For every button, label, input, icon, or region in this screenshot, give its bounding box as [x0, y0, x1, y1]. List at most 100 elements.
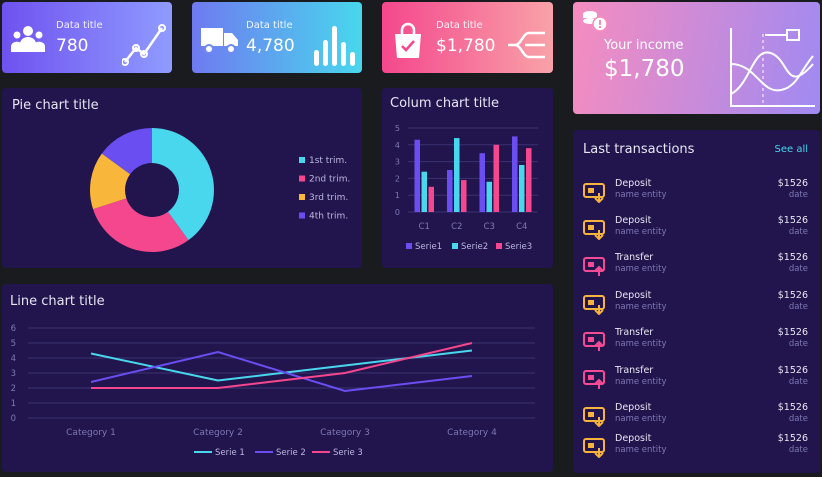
legend-label: Serie2 [461, 242, 488, 252]
bar [421, 171, 427, 212]
stat-value: $1,780 [436, 36, 496, 56]
line-chart: 0 1 2 3 4 5 6 Category 1 Category 2 Category 3 Cat… [11, 324, 535, 458]
deposit-icon [583, 405, 607, 428]
stat-label: Data title [56, 20, 103, 31]
legend-label: 4th trim. [309, 212, 348, 222]
transaction-entity: name entity [615, 302, 667, 312]
legend-swatch [452, 243, 458, 249]
y-tick-label: 3 [395, 158, 400, 167]
transaction-type: Deposit [615, 433, 652, 444]
stat-label: Data title [436, 20, 483, 31]
see-all-link[interactable]: See all [774, 144, 808, 155]
stat-card-deliveries: Data title 4,780 [192, 2, 362, 73]
transaction-date: date [788, 264, 808, 274]
bars-icon [312, 22, 356, 72]
legend-label: 2nd trim. [309, 175, 350, 185]
line-chart-panel: Line chart title 0 1 2 3 4 5 6 Category 1 Catego… [2, 284, 553, 472]
transaction-amount: $1526 [777, 327, 808, 338]
transaction-amount: $1526 [777, 433, 808, 444]
y-tick-label: 4 [11, 354, 16, 364]
transaction-entity: name entity [615, 190, 667, 200]
transaction-row[interactable]: Transfer name entity $1526 date [583, 249, 808, 285]
legend-label: Serie3 [505, 242, 532, 252]
bar [461, 180, 467, 212]
column-chart-panel: Colum chart title 0 1 2 3 4 5 C1 C2 C3 C4 Serie1 Se… [382, 88, 553, 268]
legend-label: Serie 2 [276, 448, 306, 458]
legend-swatch [299, 157, 305, 163]
transaction-type: Transfer [615, 327, 654, 338]
bar [512, 136, 518, 212]
transaction-amount: $1526 [777, 290, 808, 301]
x-tick-label: C2 [451, 222, 462, 232]
y-tick-label: 1 [395, 191, 400, 200]
y-tick-label: 2 [11, 384, 16, 394]
legend-label: Serie1 [415, 242, 442, 252]
legend-swatch [299, 212, 305, 219]
transaction-row[interactable]: Deposit name entity $1526 date [583, 430, 808, 466]
pie-chart: 1st trim. 2nd trim. 3rd trim. 4th trim. [90, 128, 350, 252]
y-tick-label: 0 [395, 208, 400, 217]
bar [428, 186, 434, 212]
pie-chart-panel: Pie chart title 1st trim. 2nd trim. 3rd tr… [2, 88, 362, 268]
transaction-date: date [788, 445, 808, 455]
legend-label: 3rd trim. [309, 193, 348, 203]
y-tick-label: 5 [11, 339, 16, 349]
transaction-amount: $1526 [777, 402, 808, 413]
transaction-entity: name entity [615, 414, 667, 424]
y-tick-label: 2 [395, 174, 400, 183]
transaction-entity: name entity [615, 339, 667, 349]
transaction-date: date [788, 339, 808, 349]
transaction-entity: name entity [615, 264, 667, 274]
column-chart: 0 1 2 3 4 5 C1 C2 C3 C4 Serie1 Serie2 Serie3 [395, 124, 538, 252]
transaction-row[interactable]: Deposit name entity $1526 date [583, 212, 808, 248]
transaction-entity: name entity [615, 377, 667, 387]
x-tick-label: Category 4 [447, 428, 497, 438]
transfer-icon [583, 330, 607, 352]
bar [447, 170, 453, 212]
legend-swatch [299, 194, 305, 200]
bar [414, 139, 420, 212]
transaction-type: Deposit [615, 215, 652, 226]
legend-label: Serie 1 [215, 448, 245, 458]
transaction-row[interactable]: Transfer name entity $1526 date [583, 324, 808, 360]
coins-icon [581, 9, 608, 37]
transaction-date: date [788, 414, 808, 424]
x-tick-label: Category 1 [66, 428, 116, 438]
transaction-type: Deposit [615, 290, 652, 301]
transaction-type: Transfer [615, 252, 654, 263]
deposit-icon [583, 436, 607, 459]
transactions-title: Last transactions [583, 142, 695, 157]
y-tick-label: 1 [11, 399, 16, 409]
transaction-entity: name entity [615, 227, 667, 237]
stat-value: 4,780 [246, 36, 295, 56]
x-tick-label: C3 [484, 222, 495, 232]
deposit-icon [583, 181, 607, 204]
income-label: Your income [604, 38, 684, 53]
transactions-panel: Last transactions See all Deposit name en… [573, 130, 820, 473]
transaction-date: date [788, 227, 808, 237]
bar [479, 153, 485, 212]
transaction-date: date [788, 377, 808, 387]
y-tick-label: 4 [395, 141, 400, 150]
transaction-date: date [788, 190, 808, 200]
transaction-amount: $1526 [777, 252, 808, 263]
legend-label: 1st trim. [309, 156, 347, 166]
transaction-row[interactable]: Deposit name entity $1526 date [583, 175, 808, 211]
y-tick-label: 5 [395, 124, 400, 133]
stat-label: Data title [246, 20, 293, 31]
transaction-row[interactable]: Transfer name entity $1526 date [583, 362, 808, 398]
transaction-row[interactable]: Deposit name entity $1526 date [583, 287, 808, 323]
truck-icon [200, 22, 238, 58]
transaction-type: Transfer [615, 365, 654, 376]
legend-label: Serie 3 [333, 448, 363, 458]
flow-lines-icon [507, 30, 547, 64]
legend-swatch [299, 175, 305, 182]
bar [519, 164, 525, 212]
transfer-icon [583, 368, 607, 390]
x-tick-label: Category 3 [320, 428, 370, 438]
transaction-entity: name entity [615, 445, 667, 455]
stat-card-sales: Data title $1,780 [382, 2, 553, 73]
users-icon [10, 22, 46, 58]
legend-swatch [406, 243, 412, 249]
income-value: $1,780 [604, 56, 685, 82]
